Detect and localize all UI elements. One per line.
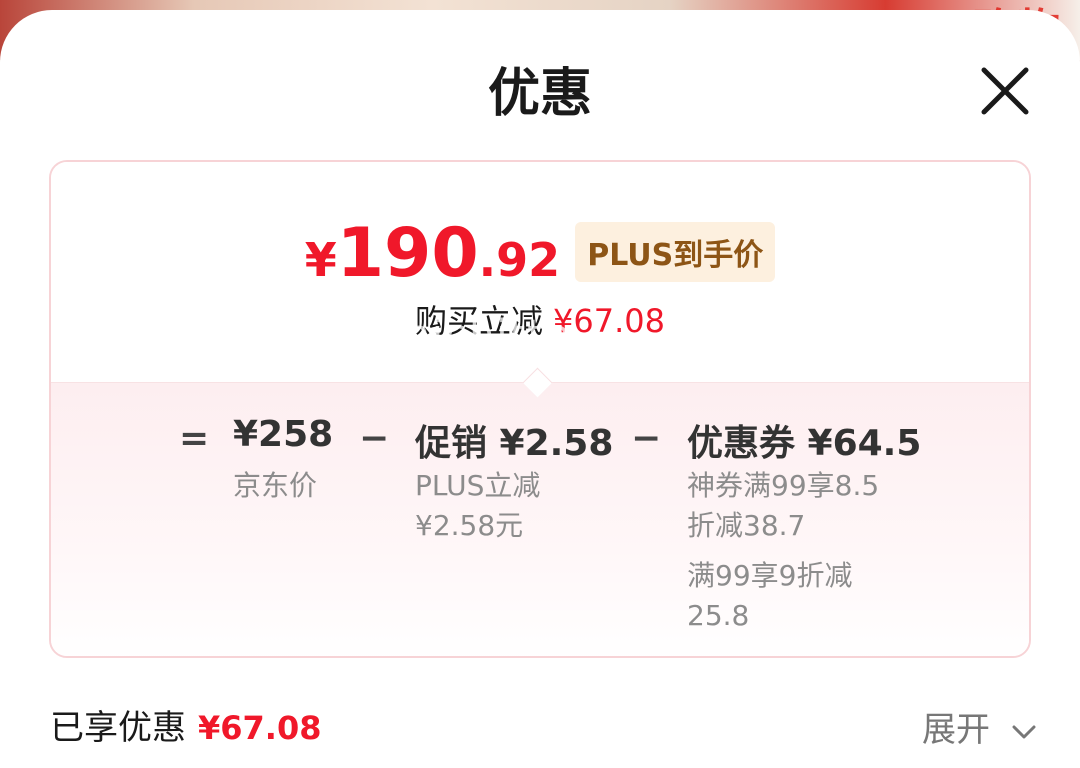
- final-price-row: ¥190.92 PLUS到手价: [51, 214, 1029, 294]
- promotion-amount: 促销 ¥2.58: [415, 423, 614, 464]
- coupon-detail: 25.8: [687, 599, 750, 632]
- promotion-detail: PLUS立减: [415, 469, 541, 502]
- close-icon: [981, 67, 1029, 115]
- sheet-title: 优惠: [487, 64, 592, 124]
- watermark: michitte: [391, 312, 572, 358]
- currency-symbol: ¥: [304, 233, 337, 287]
- coupon-amount: 优惠券 ¥64.5: [687, 423, 922, 464]
- close-button[interactable]: [976, 62, 1034, 120]
- price-decimal: .92: [478, 233, 561, 287]
- coupon-detail: 神券满99享8.5: [687, 469, 880, 502]
- total-discount-label: 已享优惠: [50, 708, 186, 748]
- minus-sign: −: [359, 418, 390, 459]
- expand-label: 展开: [922, 710, 990, 750]
- price-integer: 190: [336, 214, 479, 293]
- minus-sign: −: [631, 418, 662, 459]
- chevron-down-icon: [1012, 725, 1036, 738]
- total-discount: 已享优惠 ¥67.08: [50, 700, 321, 749]
- price-breakdown-card: ¥190.92 PLUS到手价 购买立减 ¥67.08 michitte = ¥2…: [49, 160, 1031, 658]
- promotion-detail: ¥2.58元: [415, 509, 524, 542]
- final-price: ¥190.92: [305, 214, 560, 293]
- coupon-detail: 折减38.7: [687, 509, 806, 542]
- base-price-label: 京东价: [233, 469, 318, 502]
- total-discount-amount: ¥67.08: [198, 709, 322, 747]
- base-price: ¥258: [233, 414, 334, 455]
- equals-sign: =: [179, 418, 210, 459]
- discount-sheet: 优惠 ¥190.92 PLUS到手价 购买立减 ¥67.08 michitte =…: [0, 10, 1080, 768]
- expand-button[interactable]: 展开: [922, 702, 1037, 751]
- plus-price-badge: PLUS到手价: [575, 222, 776, 282]
- coupon-detail: 满99享9折减: [687, 559, 853, 592]
